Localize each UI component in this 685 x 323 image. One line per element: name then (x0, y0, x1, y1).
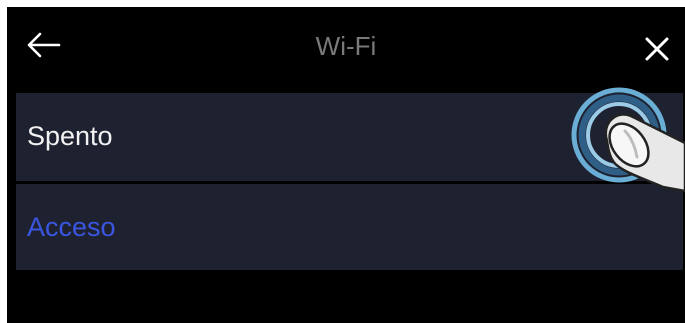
header-bar: Wi-Fi (7, 7, 685, 89)
wifi-settings-screen: Wi-Fi Spento Acceso (7, 7, 685, 323)
option-off[interactable]: Spento (16, 93, 683, 181)
page-title: Wi-Fi (315, 31, 377, 61)
option-off-label: Spento (27, 121, 113, 151)
option-on-label: Acceso (27, 212, 116, 242)
close-icon[interactable] (643, 35, 671, 63)
option-on[interactable]: Acceso (16, 184, 683, 270)
